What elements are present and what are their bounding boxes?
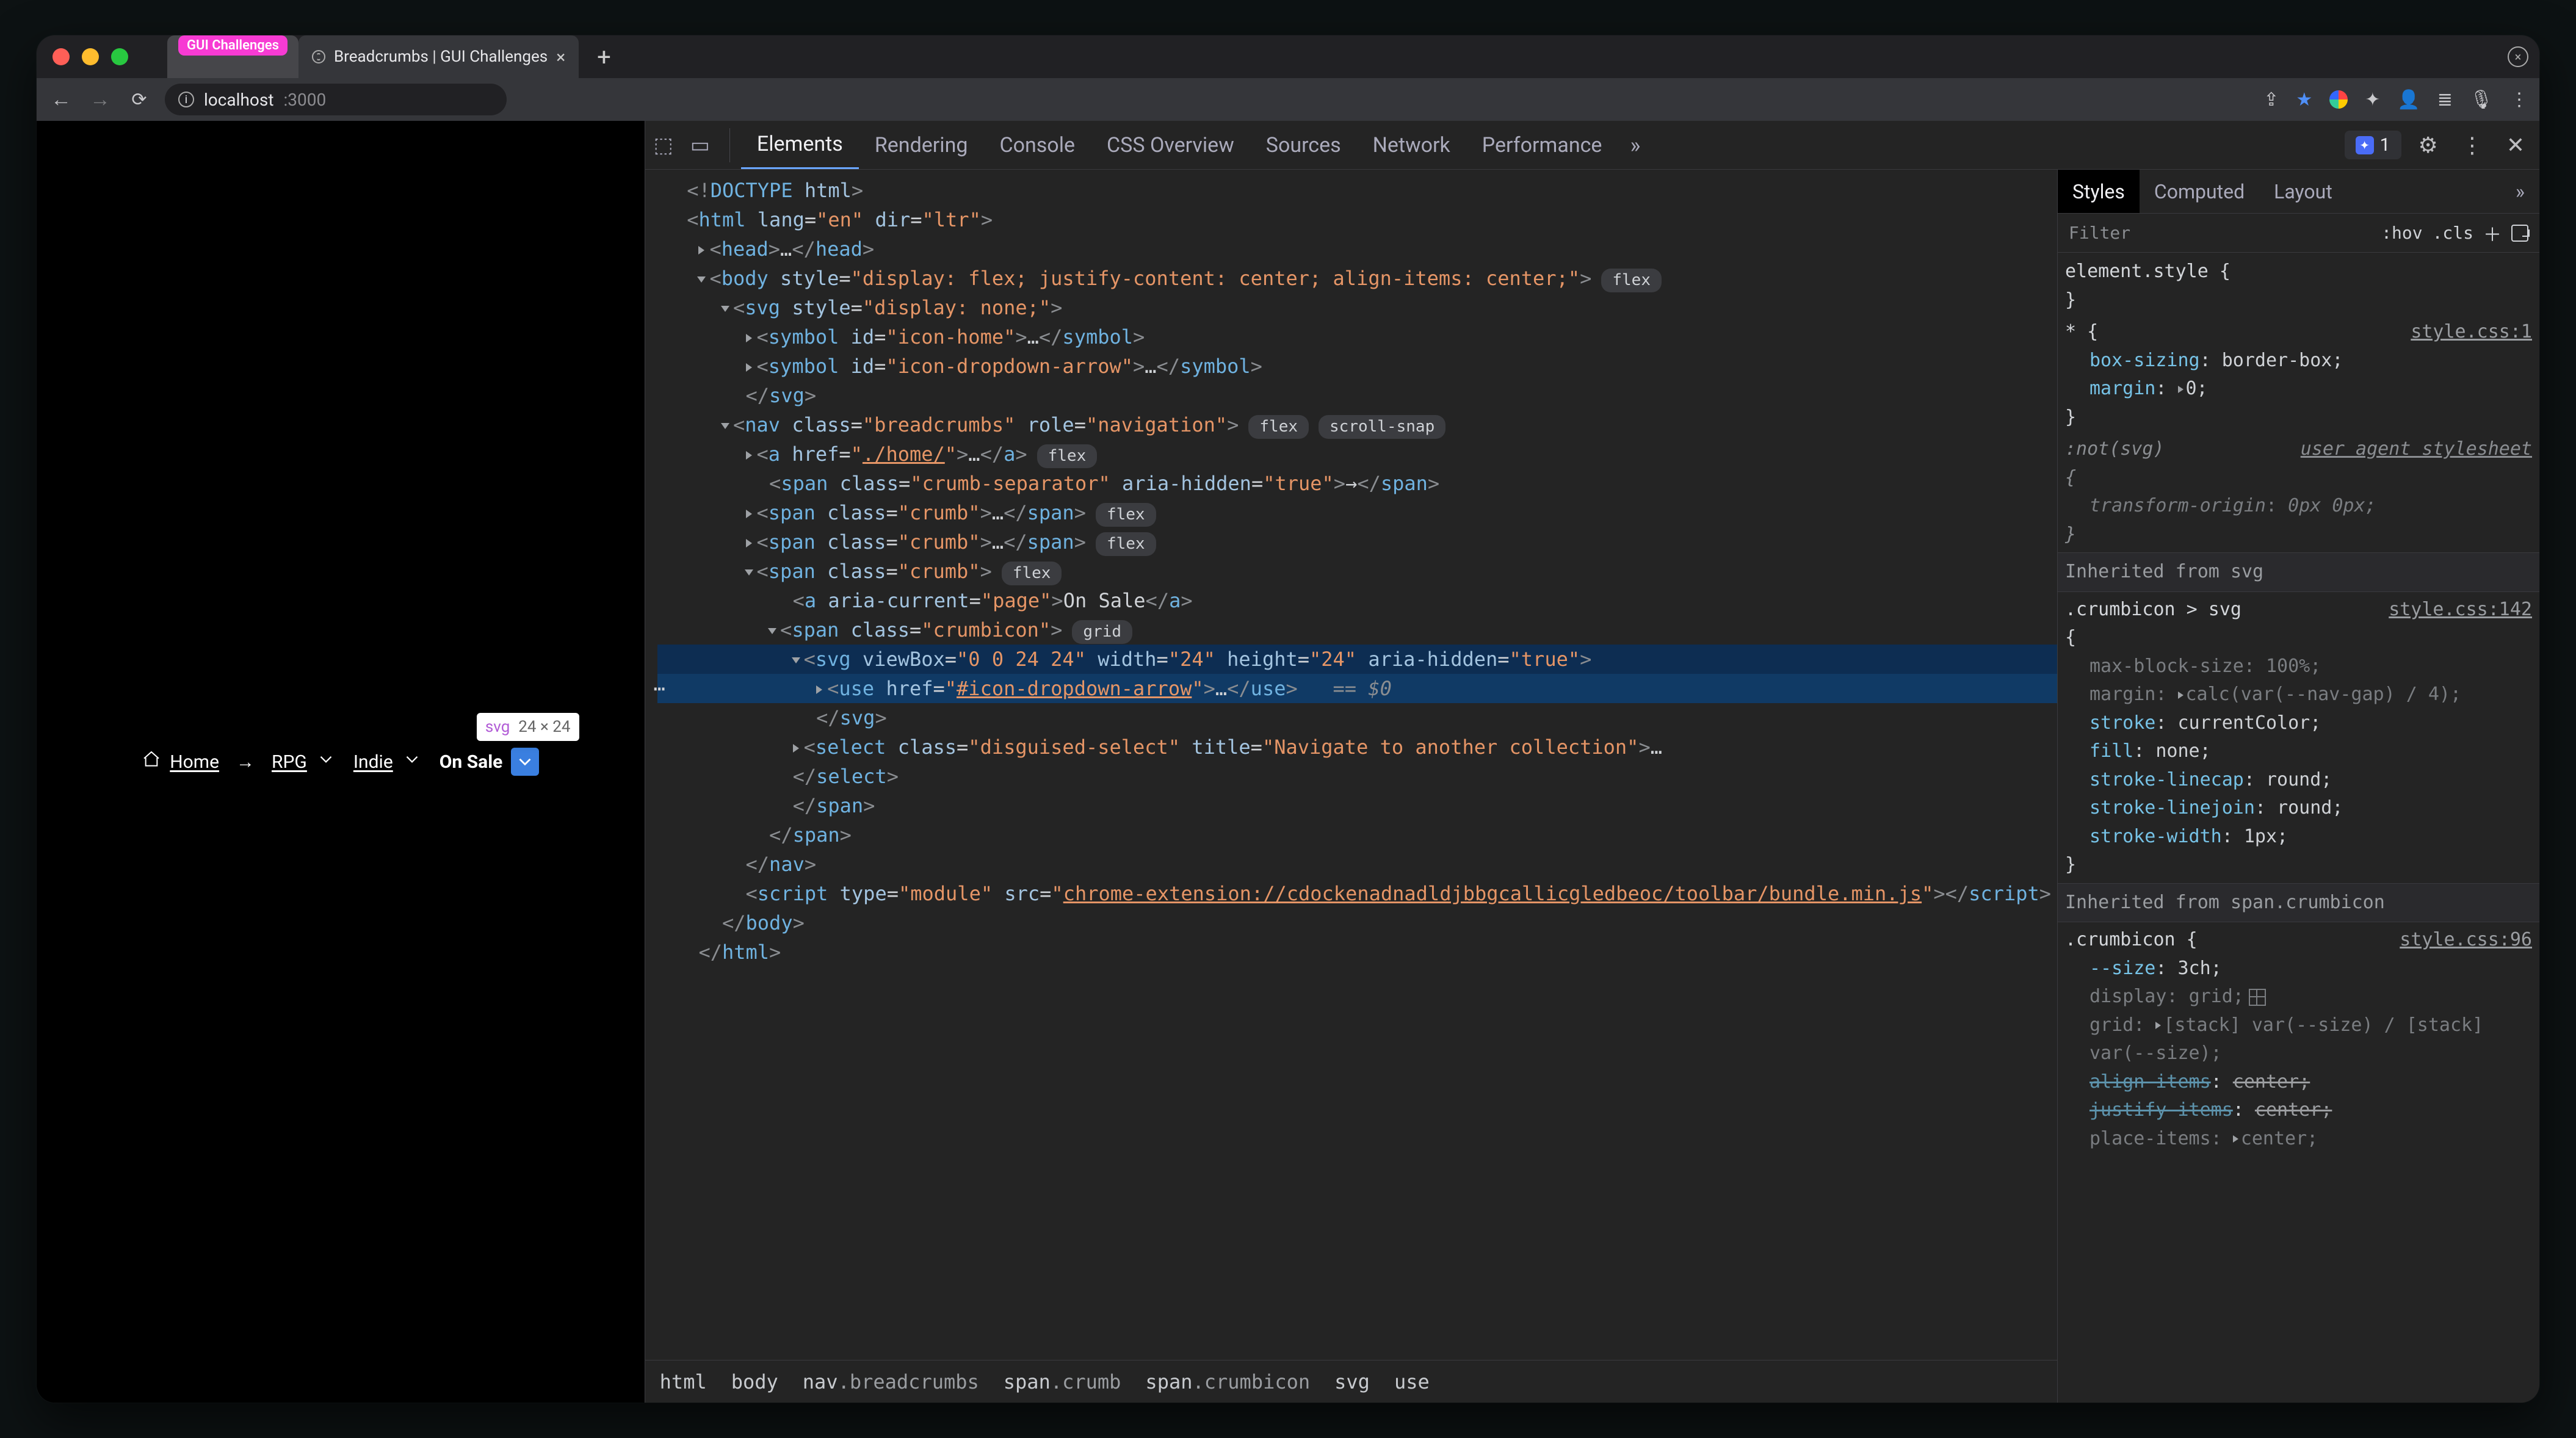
close-tab-icon[interactable]: × bbox=[556, 47, 565, 67]
crumb-onsale: On Sale bbox=[440, 748, 540, 776]
home-icon bbox=[142, 750, 161, 774]
chevron-down-icon[interactable] bbox=[511, 748, 539, 776]
profile-icon[interactable]: 👤 bbox=[2397, 89, 2420, 110]
crumb-current-label: On Sale bbox=[440, 751, 503, 773]
reading-list-icon[interactable]: ≣ bbox=[2437, 89, 2453, 110]
devtools-tab-rendering[interactable]: Rendering bbox=[859, 121, 984, 169]
inspect-tooltip: svg 24 × 24 bbox=[477, 713, 579, 741]
issues-icon: ✦ bbox=[2356, 136, 2374, 154]
tooltip-dimensions: 24 × 24 bbox=[518, 718, 570, 736]
new-style-rule-icon[interactable]: ＋ bbox=[2483, 220, 2502, 247]
path-node[interactable]: span.crumbicon bbox=[1145, 1370, 1310, 1393]
devtools-tab-css-overview[interactable]: CSS Overview bbox=[1091, 121, 1250, 169]
inspect-element-icon[interactable]: ⬚ bbox=[654, 133, 673, 157]
maximize-window-button[interactable] bbox=[111, 48, 128, 65]
page-viewport: svg 24 × 24 Home → RPG Indie bbox=[37, 121, 645, 1403]
close-window-button[interactable] bbox=[52, 48, 70, 65]
devtools-tab-console[interactable]: Console bbox=[983, 121, 1091, 169]
path-node[interactable]: html bbox=[660, 1370, 707, 1393]
devtools-issues-badge[interactable]: ✦ 1 bbox=[2345, 131, 2401, 159]
devtools-tab-network[interactable]: Network bbox=[1357, 121, 1466, 169]
device-toolbar-icon[interactable]: ▭ bbox=[690, 133, 710, 157]
devtools-panel: ⬚ ▭ Elements Rendering Console CSS Overv… bbox=[645, 121, 2539, 1403]
reload-button[interactable]: ⟳ bbox=[126, 86, 153, 113]
devtools-menu-icon[interactable]: ⋮ bbox=[2455, 132, 2489, 158]
styles-filter-row: Filter :hov .cls ＋ bbox=[2058, 214, 2539, 253]
bookmark-star-icon[interactable]: ★ bbox=[2296, 89, 2312, 110]
browser-tab[interactable]: GUI Challenges bbox=[167, 35, 298, 78]
back-button[interactable]: ← bbox=[48, 86, 74, 113]
share-icon[interactable]: ⇪ bbox=[2263, 89, 2279, 110]
hov-toggle[interactable]: :hov bbox=[2381, 223, 2422, 243]
extensions-icon[interactable]: ✦ bbox=[2365, 89, 2380, 110]
computed-box-icon[interactable] bbox=[2511, 225, 2528, 242]
minimize-window-button[interactable] bbox=[82, 48, 99, 65]
crumb-link[interactable]: Home bbox=[170, 751, 219, 773]
url-port: :3000 bbox=[283, 90, 326, 110]
tab-label: Breadcrumbs | GUI Challenges bbox=[334, 48, 548, 66]
styles-pane: Styles Computed Layout » Filter :hov .cl… bbox=[2057, 170, 2539, 1403]
crumb-rpg[interactable]: RPG bbox=[272, 749, 336, 775]
crumb-link[interactable]: RPG bbox=[272, 751, 307, 773]
browser-tab-active[interactable]: Breadcrumbs | GUI Challenges × bbox=[298, 35, 579, 78]
devtools-tab-elements[interactable]: Elements bbox=[741, 121, 859, 169]
devtools-tab-performance[interactable]: Performance bbox=[1466, 121, 1618, 169]
mic-icon[interactable]: 🎙 bbox=[2470, 89, 2493, 110]
devtools-tab-sources[interactable]: Sources bbox=[1250, 121, 1357, 169]
crumb-home[interactable]: Home bbox=[142, 750, 219, 774]
tab-label: GUI Challenges bbox=[178, 35, 288, 56]
styles-tab-styles[interactable]: Styles bbox=[2058, 170, 2140, 213]
extension-indicator-icon[interactable]: × bbox=[2508, 46, 2528, 67]
site-info-icon[interactable]: i bbox=[178, 92, 194, 107]
path-node[interactable]: svg bbox=[1334, 1370, 1370, 1393]
path-node[interactable]: span.crumb bbox=[1004, 1370, 1121, 1393]
traffic-lights bbox=[48, 48, 133, 65]
globe-icon bbox=[312, 50, 325, 63]
styles-tab-computed[interactable]: Computed bbox=[2140, 170, 2259, 213]
dom-breadcrumb-path[interactable]: html body nav.breadcrumbs span.crumb spa… bbox=[645, 1360, 2057, 1403]
devtools-close-icon[interactable]: ✕ bbox=[2500, 132, 2531, 158]
forward-button[interactable]: → bbox=[87, 86, 114, 113]
styles-tab-layout[interactable]: Layout bbox=[2259, 170, 2347, 213]
breadcrumb: Home → RPG Indie On Sale bbox=[142, 748, 539, 776]
extension-swirl-icon[interactable] bbox=[2329, 90, 2348, 109]
crumb-link[interactable]: Indie bbox=[353, 751, 393, 773]
styles-more-tabs-icon[interactable]: » bbox=[2501, 170, 2539, 213]
window-titlebar: GUI Challenges Breadcrumbs | GUI Challen… bbox=[37, 35, 2539, 78]
address-bar[interactable]: i localhost :3000 bbox=[165, 84, 507, 115]
elements-dom-pane: <!DOCTYPE html> <html lang="en" dir="ltr… bbox=[645, 170, 2057, 1403]
issues-count: 1 bbox=[2380, 134, 2390, 156]
url-host: localhost bbox=[204, 90, 273, 110]
styles-tabs: Styles Computed Layout » bbox=[2058, 170, 2539, 214]
browser-menu-icon[interactable]: ⋮ bbox=[2510, 89, 2528, 110]
settings-gear-icon[interactable]: ⚙ bbox=[2412, 132, 2444, 158]
path-node[interactable]: use bbox=[1394, 1370, 1430, 1393]
styles-filter-input[interactable]: Filter bbox=[2069, 223, 2372, 243]
tooltip-tag: svg bbox=[485, 718, 510, 736]
crumb-separator-icon: → bbox=[236, 751, 255, 773]
chevron-down-icon[interactable] bbox=[402, 749, 422, 775]
crumb-indie[interactable]: Indie bbox=[353, 749, 422, 775]
style-rules[interactable]: element.style { } * {style.css:1 box-siz… bbox=[2058, 253, 2539, 1403]
dom-tree[interactable]: <!DOCTYPE html> <html lang="en" dir="ltr… bbox=[645, 170, 2057, 1360]
devtools-more-tabs-icon[interactable]: » bbox=[1618, 132, 1652, 158]
chevron-down-icon[interactable] bbox=[316, 749, 336, 775]
path-node[interactable]: nav.breadcrumbs bbox=[803, 1370, 979, 1393]
cls-toggle[interactable]: .cls bbox=[2433, 223, 2473, 243]
toolbar: ← → ⟳ i localhost :3000 ⇪ ★ ✦ 👤 ≣ 🎙 ⋮ bbox=[37, 78, 2539, 121]
devtools-toolbar: ⬚ ▭ Elements Rendering Console CSS Overv… bbox=[645, 121, 2539, 170]
new-tab-button[interactable]: + bbox=[579, 35, 629, 78]
path-node[interactable]: body bbox=[731, 1370, 778, 1393]
